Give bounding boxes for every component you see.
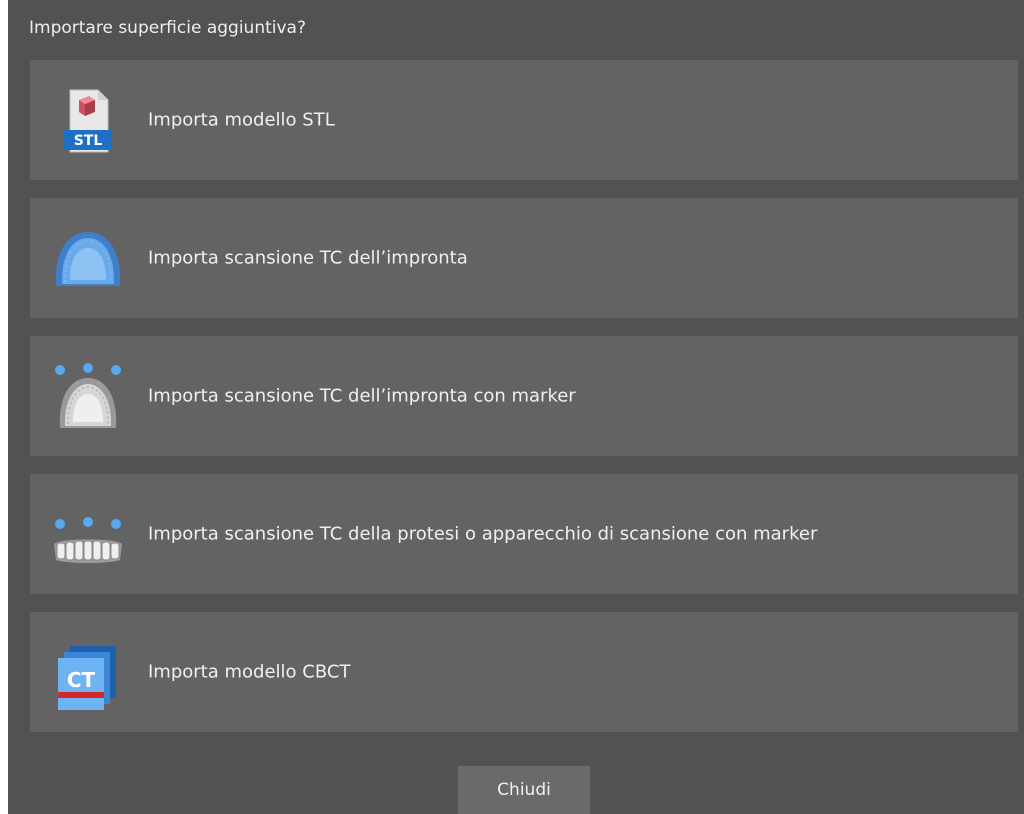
option-label: Importa modello STL bbox=[148, 109, 335, 131]
ct-model-icon: CT bbox=[58, 646, 116, 710]
import-options-list: STL Importa modello STL Importa scansion… bbox=[30, 60, 1018, 750]
import-stl-option[interactable]: STL Importa modello STL bbox=[30, 60, 1018, 180]
dialog-title: Importare superficie aggiuntiva? bbox=[29, 18, 306, 38]
stl-icon-text: STL bbox=[74, 133, 103, 149]
close-button[interactable]: Chiudi bbox=[458, 766, 590, 814]
import-denture-markers-option[interactable]: Importa scansione TC della protesi o app… bbox=[30, 474, 1018, 594]
import-cbct-model-option[interactable]: CT Importa modello CBCT bbox=[30, 612, 1018, 732]
stl-file-icon: STL bbox=[64, 89, 112, 153]
denture-markers-icon bbox=[54, 517, 122, 563]
option-label: Importa scansione TC della protesi o app… bbox=[148, 523, 818, 545]
option-label: Importa scansione TC dell’impronta bbox=[148, 247, 468, 269]
impression-markers-icon bbox=[55, 363, 121, 428]
ct-icon-text: CT bbox=[67, 668, 96, 692]
import-impression-scan-option[interactable]: Importa scansione TC dell’impronta bbox=[30, 198, 1018, 318]
option-label: Importa scansione TC dell’impronta con m… bbox=[148, 385, 576, 407]
option-label: Importa modello CBCT bbox=[148, 661, 351, 683]
impression-scan-icon bbox=[55, 232, 121, 286]
import-impression-markers-option[interactable]: Importa scansione TC dell’impronta con m… bbox=[30, 336, 1018, 456]
import-surface-dialog: Importare superficie aggiuntiva? STL Imp… bbox=[8, 0, 1024, 814]
